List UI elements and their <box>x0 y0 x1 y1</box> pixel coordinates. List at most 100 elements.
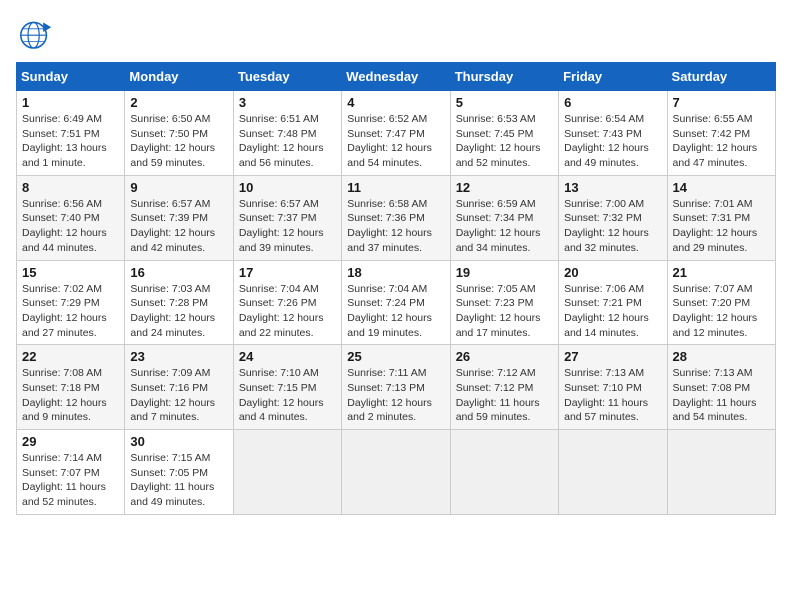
day-number: 14 <box>673 180 770 195</box>
day-header-friday: Friday <box>559 63 667 91</box>
calendar-week-row: 15 Sunrise: 7:02 AMSunset: 7:29 PMDayligh… <box>17 260 776 345</box>
calendar-cell: 7 Sunrise: 6:55 AMSunset: 7:42 PMDaylight… <box>667 91 775 176</box>
calendar-cell <box>342 430 450 515</box>
calendar-week-row: 8 Sunrise: 6:56 AMSunset: 7:40 PMDaylight… <box>17 175 776 260</box>
day-info: Sunrise: 7:06 AMSunset: 7:21 PMDaylight:… <box>564 282 661 341</box>
calendar-week-row: 1 Sunrise: 6:49 AMSunset: 7:51 PMDaylight… <box>17 91 776 176</box>
day-header-sunday: Sunday <box>17 63 125 91</box>
calendar-header: SundayMondayTuesdayWednesdayThursdayFrid… <box>17 63 776 91</box>
day-info: Sunrise: 7:04 AMSunset: 7:24 PMDaylight:… <box>347 282 444 341</box>
calendar-cell <box>233 430 341 515</box>
calendar-cell: 23Sunrise: 7:09 AMSunset: 7:16 PMDayligh… <box>125 345 233 430</box>
calendar-cell: 20 Sunrise: 7:06 AMSunset: 7:21 PMDayligh… <box>559 260 667 345</box>
day-header-wednesday: Wednesday <box>342 63 450 91</box>
day-info: Sunrise: 7:05 AMSunset: 7:23 PMDaylight:… <box>456 282 553 341</box>
day-info: Sunrise: 7:10 AMSunset: 7:15 PMDaylight:… <box>239 366 336 425</box>
calendar-cell: 27 Sunrise: 7:13 AMSunset: 7:10 PMDayligh… <box>559 345 667 430</box>
calendar-cell: 4 Sunrise: 6:52 AMSunset: 7:47 PMDaylight… <box>342 91 450 176</box>
calendar-cell: 13 Sunrise: 7:00 AMSunset: 7:32 PMDayligh… <box>559 175 667 260</box>
calendar-cell: 1 Sunrise: 6:49 AMSunset: 7:51 PMDaylight… <box>17 91 125 176</box>
calendar-cell: 19Sunrise: 7:05 AMSunset: 7:23 PMDayligh… <box>450 260 558 345</box>
day-header-saturday: Saturday <box>667 63 775 91</box>
day-number: 27 <box>564 349 661 364</box>
day-number: 18 <box>347 265 444 280</box>
calendar-cell: 3Sunrise: 6:51 AMSunset: 7:48 PMDaylight… <box>233 91 341 176</box>
calendar-week-row: 29 Sunrise: 7:14 AMSunset: 7:07 PMDayligh… <box>17 430 776 515</box>
day-header-monday: Monday <box>125 63 233 91</box>
calendar-cell: 21 Sunrise: 7:07 AMSunset: 7:20 PMDayligh… <box>667 260 775 345</box>
day-number: 20 <box>564 265 661 280</box>
day-info: Sunrise: 7:03 AMSunset: 7:28 PMDaylight:… <box>130 282 227 341</box>
day-number: 15 <box>22 265 119 280</box>
calendar-cell: 14 Sunrise: 7:01 AMSunset: 7:31 PMDayligh… <box>667 175 775 260</box>
calendar-cell <box>667 430 775 515</box>
day-number: 26 <box>456 349 553 364</box>
day-number: 6 <box>564 95 661 110</box>
day-info: Sunrise: 7:04 AMSunset: 7:26 PMDaylight:… <box>239 282 336 341</box>
day-number: 25 <box>347 349 444 364</box>
day-number: 5 <box>456 95 553 110</box>
day-number: 3 <box>239 95 336 110</box>
logo <box>16 16 60 52</box>
day-info: Sunrise: 6:54 AMSunset: 7:43 PMDaylight:… <box>564 112 661 171</box>
calendar-cell: 16 Sunrise: 7:03 AMSunset: 7:28 PMDayligh… <box>125 260 233 345</box>
calendar-cell: 2Sunrise: 6:50 AMSunset: 7:50 PMDaylight… <box>125 91 233 176</box>
day-info: Sunrise: 6:57 AMSunset: 7:37 PMDaylight:… <box>239 197 336 256</box>
day-info: Sunrise: 6:49 AMSunset: 7:51 PMDaylight:… <box>22 112 119 171</box>
day-number: 21 <box>673 265 770 280</box>
day-info: Sunrise: 7:14 AMSunset: 7:07 PMDaylight:… <box>22 451 119 510</box>
day-info: Sunrise: 7:07 AMSunset: 7:20 PMDaylight:… <box>673 282 770 341</box>
calendar-week-row: 22Sunrise: 7:08 AMSunset: 7:18 PMDayligh… <box>17 345 776 430</box>
day-info: Sunrise: 7:12 AMSunset: 7:12 PMDaylight:… <box>456 366 553 425</box>
calendar-cell: 30 Sunrise: 7:15 AMSunset: 7:05 PMDayligh… <box>125 430 233 515</box>
calendar-cell: 6 Sunrise: 6:54 AMSunset: 7:43 PMDaylight… <box>559 91 667 176</box>
day-info: Sunrise: 7:15 AMSunset: 7:05 PMDaylight:… <box>130 451 227 510</box>
day-info: Sunrise: 6:57 AMSunset: 7:39 PMDaylight:… <box>130 197 227 256</box>
day-info: Sunrise: 7:13 AMSunset: 7:10 PMDaylight:… <box>564 366 661 425</box>
day-header-thursday: Thursday <box>450 63 558 91</box>
calendar-cell: 22Sunrise: 7:08 AMSunset: 7:18 PMDayligh… <box>17 345 125 430</box>
day-info: Sunrise: 6:53 AMSunset: 7:45 PMDaylight:… <box>456 112 553 171</box>
day-number: 30 <box>130 434 227 449</box>
day-info: Sunrise: 6:59 AMSunset: 7:34 PMDaylight:… <box>456 197 553 256</box>
day-info: Sunrise: 7:01 AMSunset: 7:31 PMDaylight:… <box>673 197 770 256</box>
day-number: 7 <box>673 95 770 110</box>
day-number: 16 <box>130 265 227 280</box>
calendar-cell: 12Sunrise: 6:59 AMSunset: 7:34 PMDayligh… <box>450 175 558 260</box>
day-info: Sunrise: 7:08 AMSunset: 7:18 PMDaylight:… <box>22 366 119 425</box>
calendar-cell: 28 Sunrise: 7:13 AMSunset: 7:08 PMDayligh… <box>667 345 775 430</box>
day-number: 13 <box>564 180 661 195</box>
day-info: Sunrise: 6:50 AMSunset: 7:50 PMDaylight:… <box>130 112 227 171</box>
day-number: 1 <box>22 95 119 110</box>
calendar-body: 1 Sunrise: 6:49 AMSunset: 7:51 PMDaylight… <box>17 91 776 515</box>
day-number: 17 <box>239 265 336 280</box>
calendar-cell: 8 Sunrise: 6:56 AMSunset: 7:40 PMDaylight… <box>17 175 125 260</box>
calendar-cell: 24 Sunrise: 7:10 AMSunset: 7:15 PMDayligh… <box>233 345 341 430</box>
page-header <box>16 16 776 52</box>
calendar-cell: 29 Sunrise: 7:14 AMSunset: 7:07 PMDayligh… <box>17 430 125 515</box>
day-header-tuesday: Tuesday <box>233 63 341 91</box>
day-number: 29 <box>22 434 119 449</box>
day-info: Sunrise: 7:02 AMSunset: 7:29 PMDaylight:… <box>22 282 119 341</box>
calendar-cell: 17 Sunrise: 7:04 AMSunset: 7:26 PMDayligh… <box>233 260 341 345</box>
day-number: 9 <box>130 180 227 195</box>
day-info: Sunrise: 7:13 AMSunset: 7:08 PMDaylight:… <box>673 366 770 425</box>
calendar-cell: 18 Sunrise: 7:04 AMSunset: 7:24 PMDayligh… <box>342 260 450 345</box>
day-info: Sunrise: 7:09 AMSunset: 7:16 PMDaylight:… <box>130 366 227 425</box>
day-info: Sunrise: 6:56 AMSunset: 7:40 PMDaylight:… <box>22 197 119 256</box>
day-number: 11 <box>347 180 444 195</box>
day-info: Sunrise: 6:52 AMSunset: 7:47 PMDaylight:… <box>347 112 444 171</box>
calendar-cell <box>450 430 558 515</box>
day-number: 8 <box>22 180 119 195</box>
day-number: 4 <box>347 95 444 110</box>
calendar-cell: 25Sunrise: 7:11 AMSunset: 7:13 PMDayligh… <box>342 345 450 430</box>
day-info: Sunrise: 7:00 AMSunset: 7:32 PMDaylight:… <box>564 197 661 256</box>
day-number: 24 <box>239 349 336 364</box>
calendar-cell: 15 Sunrise: 7:02 AMSunset: 7:29 PMDayligh… <box>17 260 125 345</box>
calendar-cell: 11Sunrise: 6:58 AMSunset: 7:36 PMDayligh… <box>342 175 450 260</box>
calendar-cell: 9 Sunrise: 6:57 AMSunset: 7:39 PMDaylight… <box>125 175 233 260</box>
day-info: Sunrise: 6:55 AMSunset: 7:42 PMDaylight:… <box>673 112 770 171</box>
calendar-cell: 10 Sunrise: 6:57 AMSunset: 7:37 PMDayligh… <box>233 175 341 260</box>
day-number: 28 <box>673 349 770 364</box>
day-number: 10 <box>239 180 336 195</box>
